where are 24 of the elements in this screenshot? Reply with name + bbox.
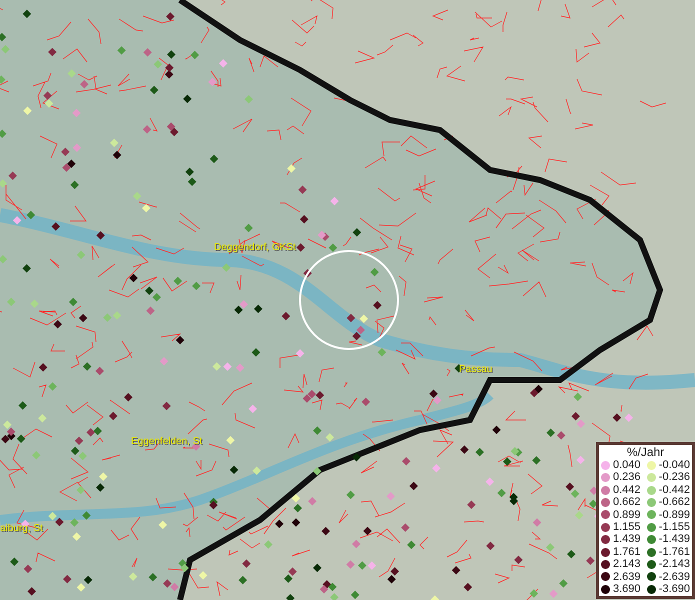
legend-value: -2.143 <box>658 558 690 571</box>
legend-value: -2.639 <box>658 570 690 584</box>
place-label: Passau <box>459 363 492 377</box>
legend-value: 0.662 <box>613 496 641 509</box>
legend-value: 0.899 <box>613 508 641 522</box>
legend-value: 3.690 <box>613 583 641 596</box>
legend-value: -1.155 <box>658 521 690 534</box>
legend-value: -0.040 <box>658 459 690 472</box>
legend-value: 2.143 <box>613 558 641 571</box>
legend-value: -0.662 <box>658 496 690 509</box>
legend-value: -0.442 <box>658 484 690 496</box>
legend-value: -1.439 <box>658 533 690 546</box>
legend-value: -0.899 <box>658 508 690 522</box>
legend-value: -3.690 <box>658 583 690 596</box>
legend-value: 0.236 <box>613 471 641 484</box>
legend-value: -0.236 <box>658 471 690 484</box>
legend-value: -1.761 <box>658 546 690 558</box>
legend-value: 0.442 <box>613 484 641 496</box>
legend-value: 1.155 <box>613 521 641 534</box>
legend-value: 1.439 <box>613 533 641 546</box>
legend-value: 1.761 <box>613 546 641 558</box>
legend-value: 0.040 <box>613 459 641 472</box>
legend-title: %/Jahr <box>626 445 666 459</box>
legend-value: 2.639 <box>613 570 641 584</box>
